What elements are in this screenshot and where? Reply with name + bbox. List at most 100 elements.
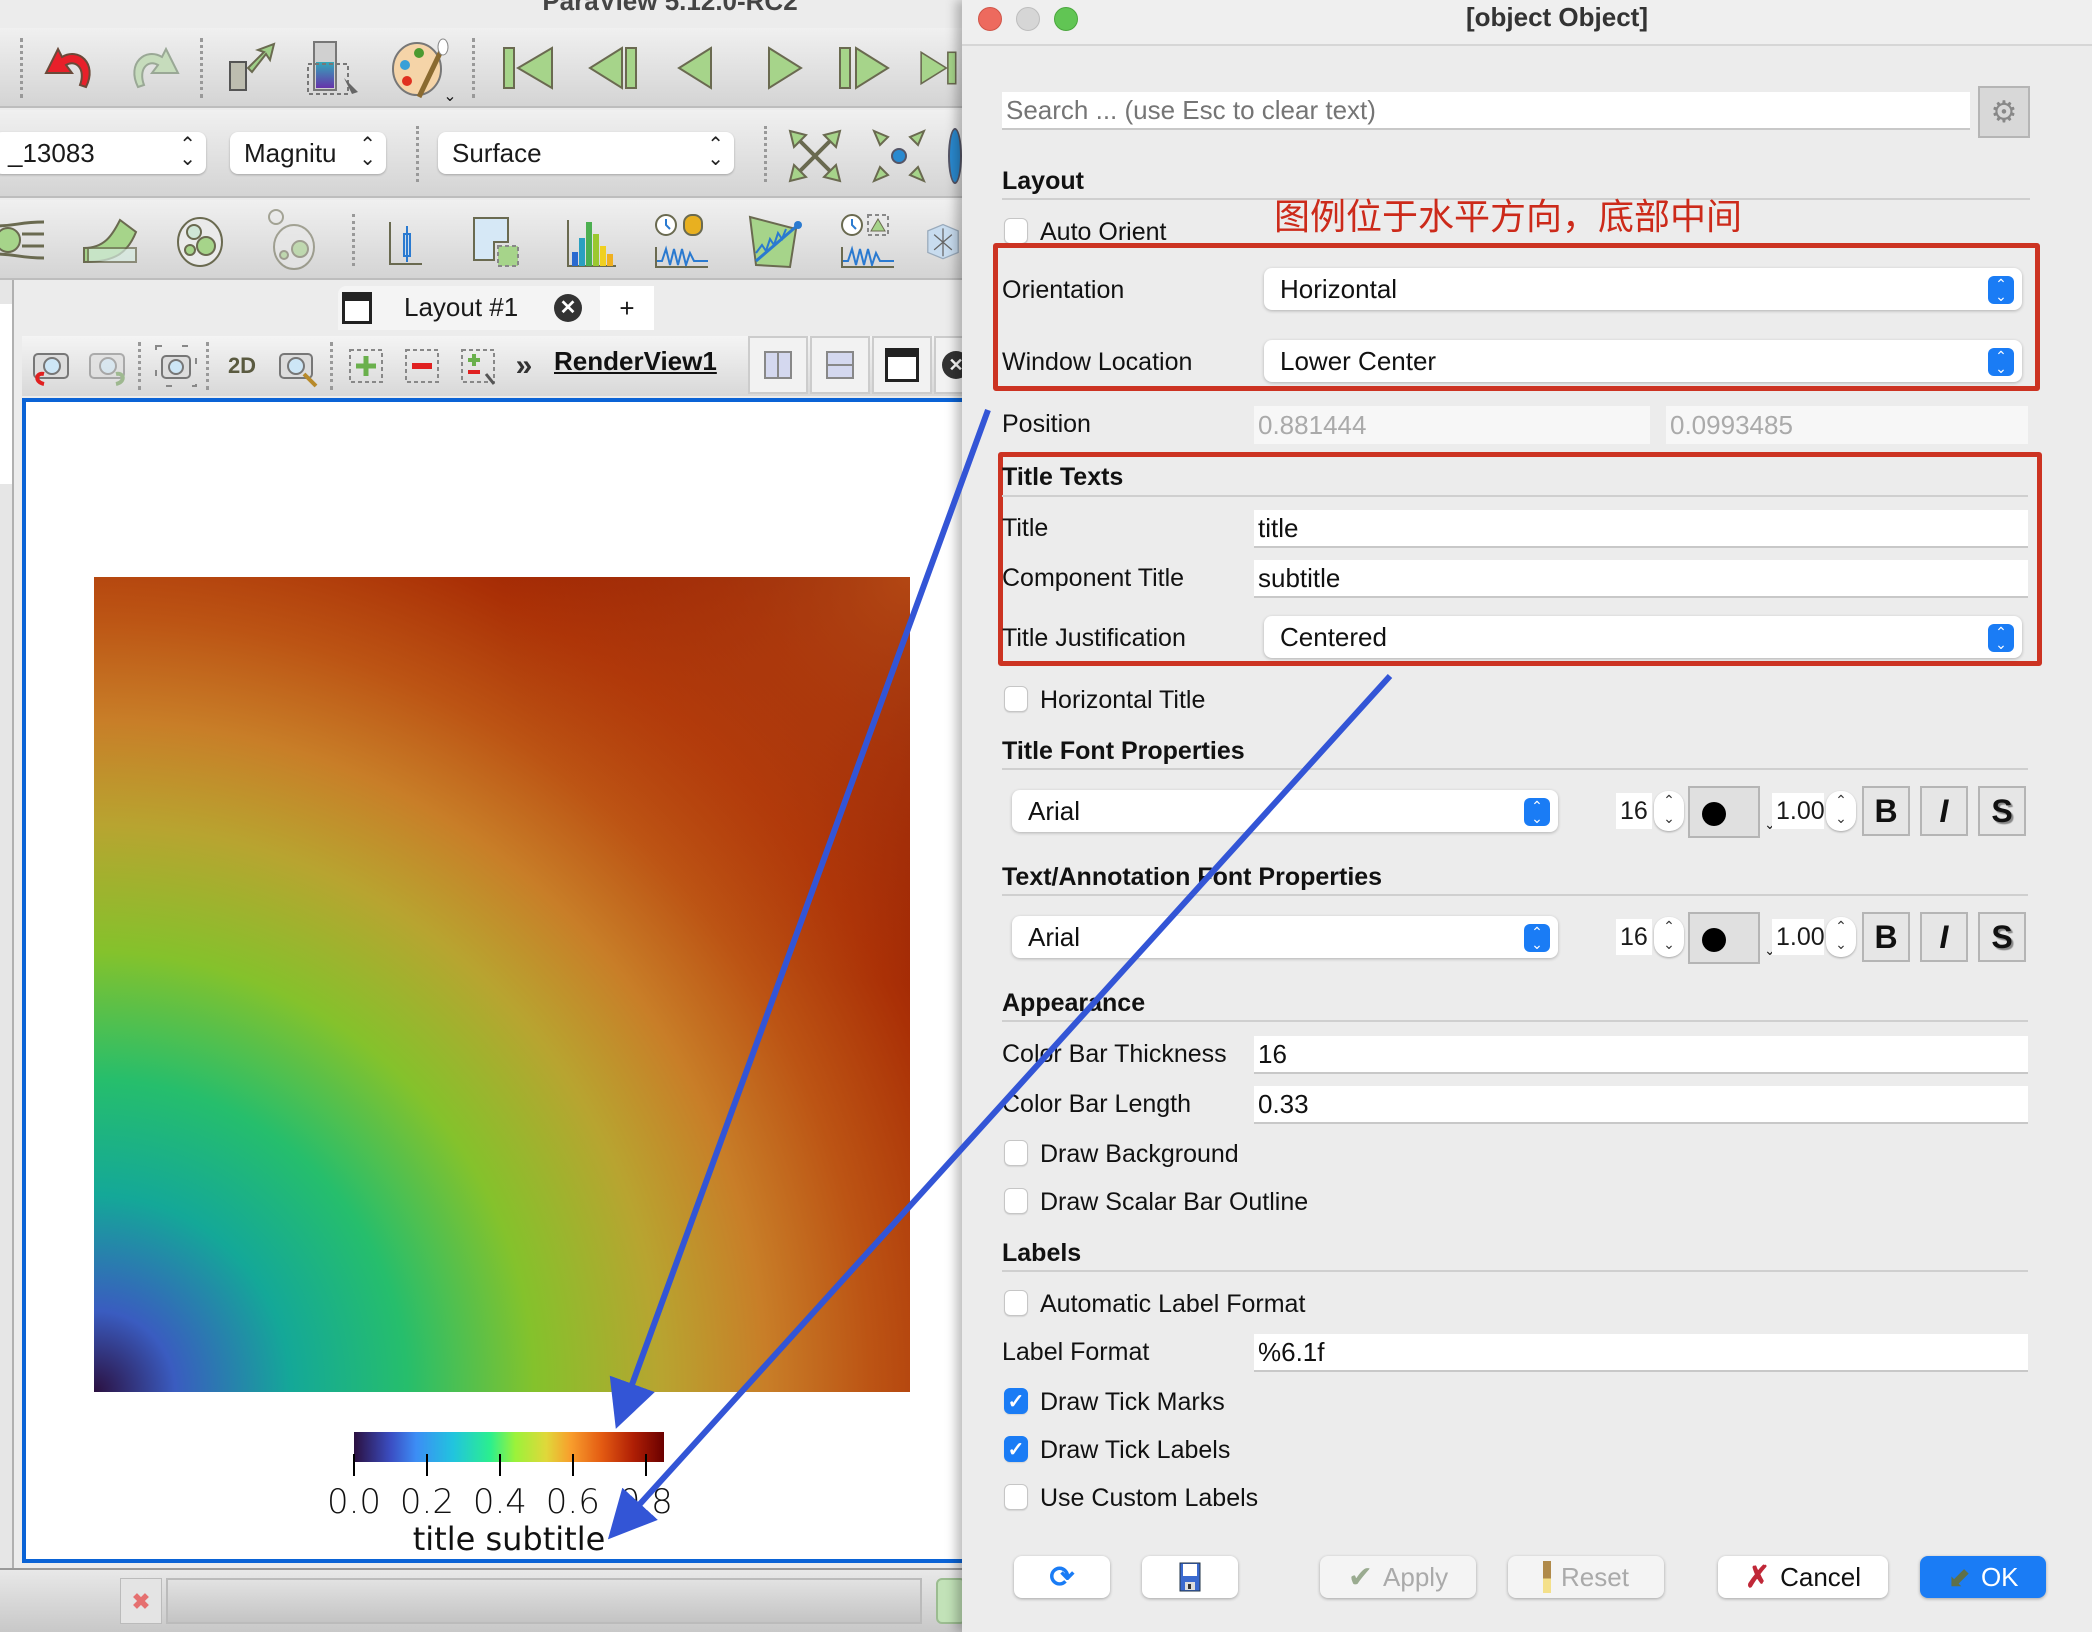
plot-over-line-icon[interactable]	[376, 212, 436, 272]
text-bold-button[interactable]: B	[1862, 912, 1910, 962]
position-x-field[interactable]: 0.881444	[1254, 406, 1650, 444]
ok-button[interactable]: ⬋ OK	[1920, 1556, 2046, 1598]
title-font-family-select[interactable]: Arial ⌃ ⌄	[1012, 790, 1558, 832]
component-selector[interactable]: Magnitu ⌃ ⌄	[230, 132, 386, 174]
text-shadow-button[interactable]: S	[1978, 912, 2026, 962]
color-legend-tick	[353, 1454, 355, 1476]
advanced-settings-gear-icon[interactable]: ⚙	[1978, 86, 2030, 138]
zoom-to-box-icon[interactable]	[274, 342, 322, 390]
zoom-to-data-icon[interactable]	[868, 126, 930, 186]
representation-selector[interactable]: Surface ⌃ ⌄	[438, 132, 734, 174]
use-custom-labels-checkbox[interactable]	[1004, 1484, 1028, 1510]
apply-button[interactable]: ✔ Apply	[1320, 1556, 1476, 1598]
view-name-label: RenderView1	[554, 346, 717, 376]
draw-tick-marks-checkbox[interactable]: ✓	[1004, 1388, 1028, 1414]
orientation-select[interactable]: Horizontal ⌃ ⌄	[1264, 268, 2022, 310]
title-font-color-button[interactable]: ⌄	[1688, 786, 1776, 838]
interaction-mode-icon[interactable]	[948, 126, 962, 186]
first-frame-icon[interactable]	[498, 42, 558, 94]
palette-dropdown-chevron-icon[interactable]: ⌄	[440, 88, 460, 105]
color-bar-length-input[interactable]: 0.33	[1254, 1086, 2028, 1124]
text-font-family-select[interactable]: Arial ⌃ ⌄	[1012, 916, 1558, 958]
main-toolbar: ⌄	[0, 28, 962, 108]
draw-outline-checkbox[interactable]	[1004, 1188, 1028, 1214]
choose-preset-icon[interactable]	[302, 36, 366, 100]
selection-filter-icon[interactable]	[466, 212, 526, 272]
stream-tracer-icon[interactable]	[0, 210, 46, 270]
tab-layout-1[interactable]: Layout #1 ✕ +	[338, 286, 654, 330]
title-shadow-button[interactable]: S	[1978, 786, 2026, 836]
text-italic-button[interactable]: I	[1920, 912, 1968, 962]
redo-icon[interactable]	[122, 40, 186, 96]
select-cells-on-icon[interactable]	[344, 344, 388, 388]
window-location-select[interactable]: Lower Center ⌃ ⌄	[1264, 340, 2022, 382]
extract-subset-icon[interactable]	[262, 206, 322, 272]
last-frame-icon[interactable]	[918, 42, 962, 94]
reset-camera-icon[interactable]	[784, 126, 846, 186]
automatic-label-format-checkbox[interactable]	[1004, 1290, 1028, 1316]
interactive-select-icon[interactable]	[456, 344, 500, 388]
text-font-size-spinner[interactable]: ⌃ ⌄	[1654, 917, 1684, 957]
capture-screenshot-icon[interactable]	[152, 342, 200, 390]
text-font-opacity-spinner[interactable]: ⌃ ⌄	[1826, 917, 1856, 957]
toggle-2d-3d-button[interactable]: 2D	[218, 344, 266, 388]
slice-filter-icon[interactable]	[924, 210, 962, 272]
add-layout-button[interactable]: +	[600, 286, 654, 330]
restore-defaults-button[interactable]: ⟳	[1014, 1556, 1110, 1598]
save-defaults-button[interactable]	[1142, 1556, 1238, 1598]
camera-undo-icon[interactable]	[28, 342, 76, 390]
next-frame-icon[interactable]	[832, 42, 896, 94]
split-horizontal-button[interactable]	[748, 336, 808, 394]
color-legend-bar[interactable]	[354, 1432, 664, 1462]
maximize-view-button[interactable]	[872, 336, 932, 394]
clip-filter-icon[interactable]	[78, 210, 142, 270]
plot-data-over-time-icon[interactable]	[650, 210, 714, 272]
title-justification-select[interactable]: Centered ⌃ ⌄	[1264, 616, 2022, 658]
dialog-titlebar: [object Object]	[962, 0, 2092, 46]
connect-server-icon[interactable]	[220, 38, 280, 98]
glyph-filter-icon[interactable]	[170, 210, 230, 270]
auto-orient-checkbox[interactable]	[1004, 218, 1028, 244]
search-input[interactable]	[1002, 92, 1970, 130]
more-tools-chevron-icon[interactable]: »	[508, 344, 540, 388]
title-font-opacity-spinner[interactable]: ⌃ ⌄	[1826, 791, 1856, 831]
color-legend-tick	[425, 1454, 428, 1476]
label-format-input[interactable]: %6.1f	[1254, 1334, 2028, 1372]
tab-layout-label: Layout #1	[404, 292, 519, 322]
title-input[interactable]: title	[1254, 510, 2028, 548]
text-font-color-button[interactable]: ⌄	[1688, 912, 1776, 964]
text-font-size-field[interactable]: 16	[1616, 919, 1652, 955]
temporal-statistics-icon[interactable]	[836, 210, 900, 272]
title-italic-button[interactable]: I	[1920, 786, 1968, 836]
reset-button[interactable]: Reset	[1508, 1556, 1664, 1598]
histogram-icon[interactable]	[560, 212, 620, 272]
close-view-button[interactable]: ✕	[934, 336, 962, 394]
play-backward-icon[interactable]	[670, 42, 720, 94]
position-y-field[interactable]: 0.0993485	[1666, 406, 2028, 444]
color-legend-tick-label: 0.4	[472, 1482, 527, 1522]
draw-background-checkbox[interactable]	[1004, 1140, 1028, 1166]
title-bold-button[interactable]: B	[1862, 786, 1910, 836]
play-icon[interactable]	[760, 42, 810, 94]
camera-redo-icon[interactable]	[84, 342, 132, 390]
draw-tick-labels-checkbox[interactable]: ✓	[1004, 1436, 1028, 1462]
previous-frame-icon[interactable]	[584, 42, 644, 94]
paraview-main-window: ParaView 5.12.0-RC2 ⌄ _13083 ⌃ ⌄ Magnitu…	[0, 0, 962, 1632]
title-font-size-spinner[interactable]: ⌃ ⌄	[1654, 791, 1684, 831]
clear-progress-icon[interactable]: ✖	[120, 1578, 162, 1624]
component-title-input[interactable]: subtitle	[1254, 560, 2028, 598]
color-legend-tick	[571, 1454, 574, 1476]
warp-by-vector-icon[interactable]	[744, 208, 808, 274]
title-font-size-field[interactable]: 16	[1616, 793, 1652, 829]
close-tab-icon[interactable]: ✕	[554, 294, 582, 322]
color-bar-thickness-input[interactable]: 16	[1254, 1036, 2028, 1074]
select-points-on-icon[interactable]	[400, 344, 444, 388]
horizontal-title-checkbox[interactable]	[1004, 686, 1028, 712]
title-font-opacity-field[interactable]: 1.00	[1772, 793, 1825, 829]
source-selector[interactable]: _13083 ⌃ ⌄	[0, 132, 206, 174]
split-vertical-button[interactable]	[810, 336, 870, 394]
cancel-button[interactable]: ✗ Cancel	[1718, 1556, 1888, 1598]
undo-icon[interactable]	[38, 40, 102, 96]
render-view[interactable]: title subtitle 0.0 0.2 0.4 0.6 0.8	[22, 398, 962, 1563]
text-font-opacity-field[interactable]: 1.00	[1772, 919, 1825, 955]
